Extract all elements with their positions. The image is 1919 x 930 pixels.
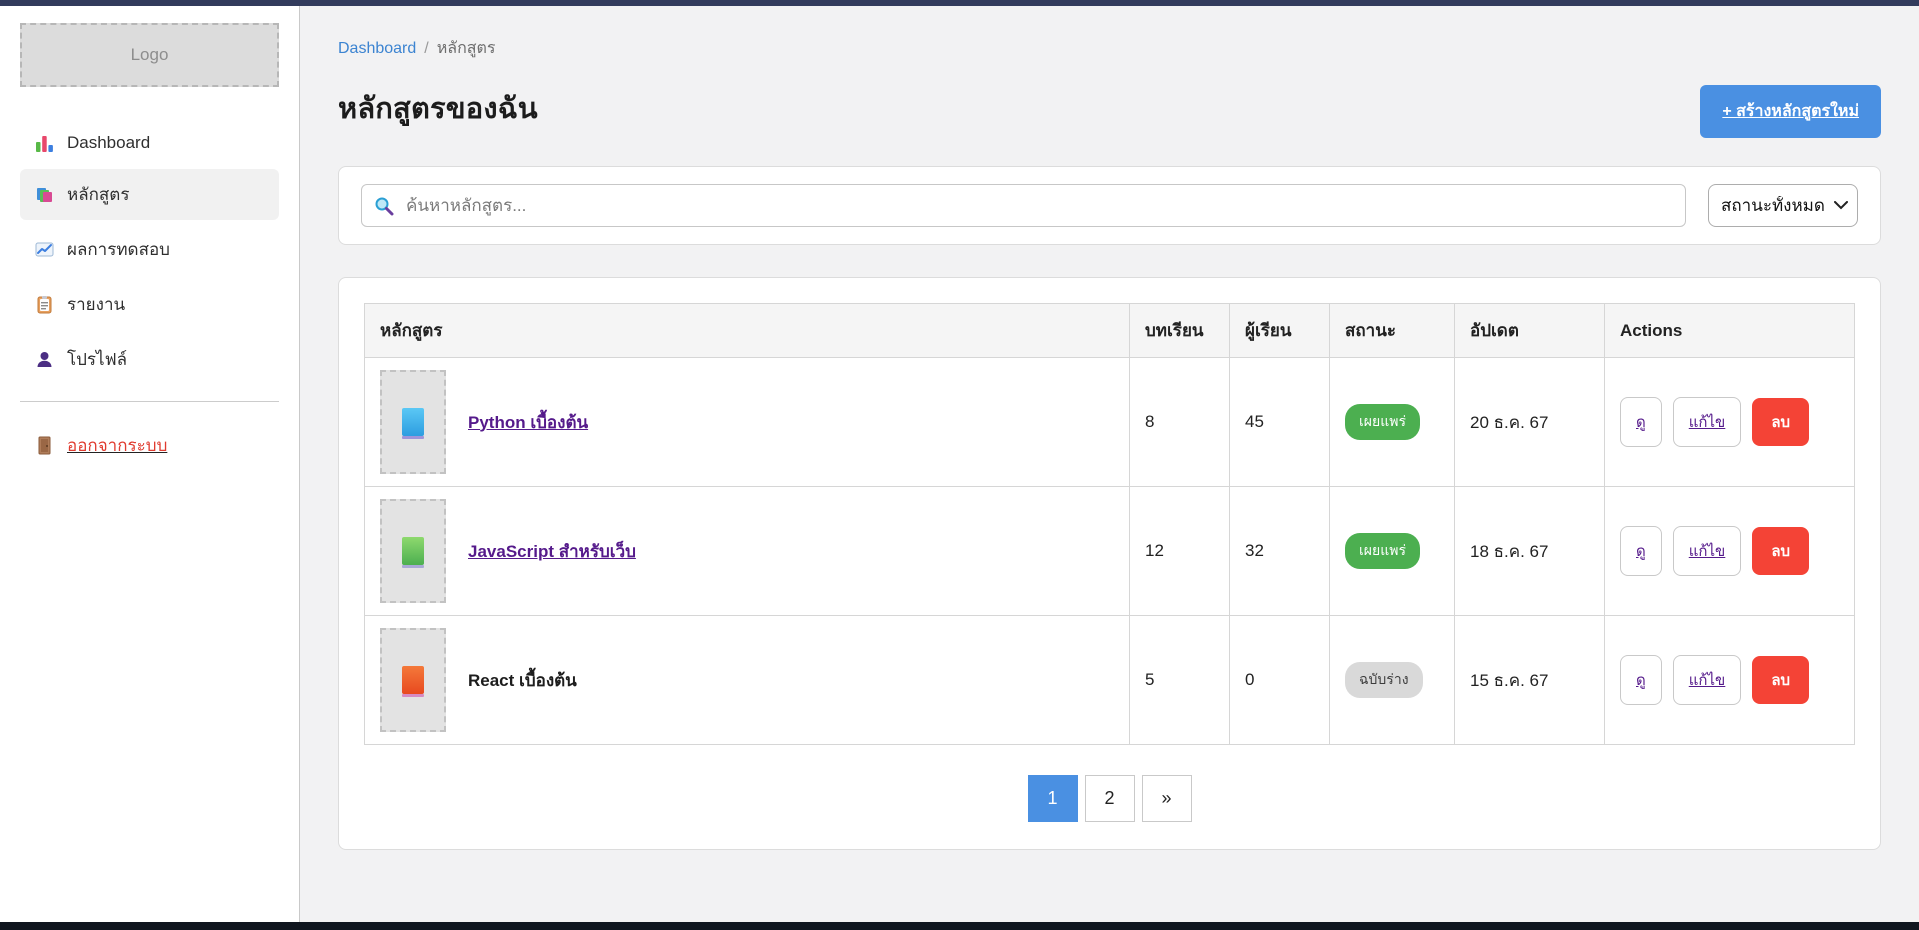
view-button[interactable]: ดู	[1620, 397, 1662, 447]
actions-cell: ดู แก้ไข ลบ	[1620, 397, 1839, 447]
column-header-lessons: บทเรียน	[1130, 304, 1230, 358]
lessons-count: 8	[1130, 358, 1230, 487]
column-header-course: หลักสูตร	[365, 304, 1130, 358]
create-course-button[interactable]: + สร้างหลักสูตรใหม่	[1700, 85, 1881, 138]
sidebar-item-label: หลักสูตร	[67, 181, 129, 208]
status-filter-select[interactable]: สถานะทั้งหมด	[1708, 184, 1858, 227]
course-title-text: React เบื้องต้น	[468, 667, 577, 694]
delete-button[interactable]: ลบ	[1752, 398, 1809, 446]
sidebar-item-label: โปรไฟล์	[67, 346, 127, 373]
updated-date: 20 ธ.ค. 67	[1455, 358, 1605, 487]
pagination-page-2[interactable]: 2	[1085, 775, 1135, 822]
lessons-count: 5	[1130, 616, 1230, 745]
search-input[interactable]	[361, 184, 1686, 227]
course-cell: Python เบื้องต้น	[380, 370, 1114, 474]
logout-link[interactable]: ออกจากระบบ	[20, 432, 279, 459]
delete-button[interactable]: ลบ	[1752, 527, 1809, 575]
course-title-link[interactable]: Python เบื้องต้น	[468, 409, 588, 436]
sidebar-item-label: Dashboard	[67, 133, 150, 153]
actions-cell: ดู แก้ไข ลบ	[1620, 526, 1839, 576]
breadcrumb-separator: /	[424, 40, 428, 57]
breadcrumb: Dashboard / หลักสูตร	[338, 36, 1881, 61]
sidebar-divider	[20, 401, 279, 402]
breadcrumb-dashboard-link[interactable]: Dashboard	[338, 40, 416, 57]
sidebar-nav: Dashboard หลักสูตร ผลการทดสอบ รายงาน	[20, 121, 279, 385]
column-header-students: ผู้เรียน	[1230, 304, 1330, 358]
column-header-status: สถานะ	[1330, 304, 1455, 358]
edit-button[interactable]: แก้ไข	[1673, 655, 1742, 705]
course-cell: React เบื้องต้น	[380, 628, 1114, 732]
courses-icon	[34, 185, 54, 205]
actions-cell: ดู แก้ไข ลบ	[1620, 655, 1839, 705]
logo-placeholder: Logo	[20, 23, 279, 87]
updated-date: 18 ธ.ค. 67	[1455, 487, 1605, 616]
sidebar-item-reports[interactable]: รายงาน	[20, 279, 279, 330]
status-badge: เผยแพร่	[1345, 404, 1420, 440]
students-count: 32	[1230, 487, 1330, 616]
delete-button[interactable]: ลบ	[1752, 656, 1809, 704]
sidebar-item-courses[interactable]: หลักสูตร	[20, 169, 279, 220]
title-row: หลักสูตรของฉัน + สร้างหลักสูตรใหม่	[338, 85, 1881, 138]
students-count: 45	[1230, 358, 1330, 487]
status-badge: เผยแพร่	[1345, 533, 1420, 569]
table-row: JavaScript สำหรับเว็บ 12 32 เผยแพร่ 18 ธ…	[365, 487, 1855, 616]
sidebar-item-results[interactable]: ผลการทดสอบ	[20, 224, 279, 275]
table-row: React เบื้องต้น 5 0 ฉบับร่าง 15 ธ.ค. 67 …	[365, 616, 1855, 745]
reports-icon	[34, 295, 54, 315]
course-thumbnail-placeholder	[380, 370, 446, 474]
sidebar-item-profile[interactable]: โปรไฟล์	[20, 334, 279, 385]
students-count: 0	[1230, 616, 1330, 745]
results-icon	[34, 240, 54, 260]
view-button[interactable]: ดู	[1620, 526, 1662, 576]
pagination-next-icon[interactable]: »	[1142, 775, 1192, 822]
sidebar-item-label: ผลการทดสอบ	[67, 236, 170, 263]
sidebar-item-dashboard[interactable]: Dashboard	[20, 121, 279, 165]
app-layout: Logo Dashboard หลักสูตร ผลการทดสอบ	[0, 6, 1919, 922]
edit-button[interactable]: แก้ไข	[1673, 526, 1742, 576]
sidebar: Logo Dashboard หลักสูตร ผลการทดสอบ	[0, 6, 300, 922]
view-button[interactable]: ดู	[1620, 655, 1662, 705]
book-green-icon	[402, 537, 424, 565]
courses-table: หลักสูตร บทเรียน ผู้เรียน สถานะ อัปเดต A…	[364, 303, 1855, 745]
main-content: Dashboard / หลักสูตร หลักสูตรของฉัน + สร้า…	[300, 6, 1919, 922]
edit-button[interactable]: แก้ไข	[1673, 397, 1742, 447]
table-row: Python เบื้องต้น 8 45 เผยแพร่ 20 ธ.ค. 67…	[365, 358, 1855, 487]
page-title: หลักสูตรของฉัน	[338, 85, 538, 131]
table-header-row: หลักสูตร บทเรียน ผู้เรียน สถานะ อัปเดต A…	[365, 304, 1855, 358]
search-wrap	[361, 184, 1686, 227]
window-bottom-bar	[0, 922, 1919, 930]
course-title-link[interactable]: JavaScript สำหรับเว็บ	[468, 538, 636, 565]
sidebar-item-label: รายงาน	[67, 291, 125, 318]
logo-text: Logo	[131, 45, 169, 65]
filter-card: สถานะทั้งหมด	[338, 166, 1881, 245]
pagination-page-1[interactable]: 1	[1028, 775, 1078, 822]
course-cell: JavaScript สำหรับเว็บ	[380, 499, 1114, 603]
column-header-actions: Actions	[1605, 304, 1855, 358]
course-thumbnail-placeholder	[380, 499, 446, 603]
search-icon	[374, 196, 394, 216]
status-badge: ฉบับร่าง	[1345, 662, 1423, 698]
book-orange-icon	[402, 666, 424, 694]
column-header-updated: อัปเดต	[1455, 304, 1605, 358]
updated-date: 15 ธ.ค. 67	[1455, 616, 1605, 745]
logout-door-icon	[34, 436, 54, 456]
lessons-count: 12	[1130, 487, 1230, 616]
logout-label: ออกจากระบบ	[67, 432, 167, 459]
pagination: 1 2 »	[364, 775, 1855, 822]
book-blue-icon	[402, 408, 424, 436]
breadcrumb-current: หลักสูตร	[437, 40, 496, 57]
profile-icon	[34, 350, 54, 370]
dashboard-icon	[34, 133, 54, 153]
courses-table-card: หลักสูตร บทเรียน ผู้เรียน สถานะ อัปเดต A…	[338, 277, 1881, 850]
course-thumbnail-placeholder	[380, 628, 446, 732]
